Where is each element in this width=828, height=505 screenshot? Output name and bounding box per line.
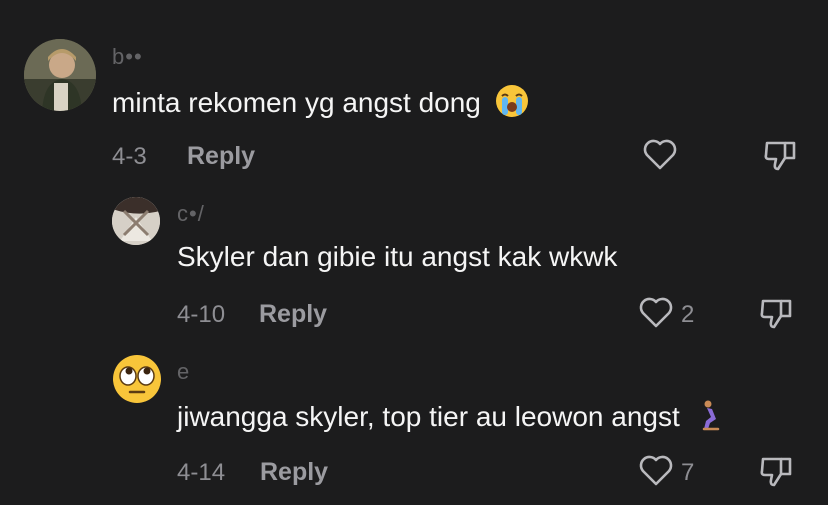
heart-icon xyxy=(643,139,677,170)
like-button[interactable] xyxy=(638,297,674,329)
username[interactable]: e xyxy=(177,359,190,385)
reply-button[interactable]: Reply xyxy=(260,458,328,487)
comment-thread: b•• minta rekomen yg angst dong 4-3 Repl… xyxy=(0,0,828,505)
heart-icon xyxy=(639,297,673,328)
avatar[interactable] xyxy=(112,197,160,245)
avatar[interactable] xyxy=(112,354,162,404)
avatar[interactable] xyxy=(24,39,96,111)
reply-button[interactable]: Reply xyxy=(259,300,327,329)
comment-text: minta rekomen yg angst dong xyxy=(112,84,529,125)
comment-text: Skyler dan gibie itu angst kak wkwk xyxy=(177,241,618,272)
like-count: 7 xyxy=(681,459,695,486)
face-with-rolling-eyes-icon xyxy=(113,355,161,403)
dislike-button[interactable] xyxy=(758,453,794,489)
dislike-button[interactable] xyxy=(758,295,794,331)
username[interactable]: b•• xyxy=(112,44,143,70)
like-count: 2 xyxy=(681,301,695,328)
thumbs-down-icon xyxy=(760,299,792,329)
comment-date: 4-3 xyxy=(112,143,147,170)
comment-date: 4-14 xyxy=(177,459,226,486)
comment-date: 4-10 xyxy=(177,301,226,328)
username[interactable]: c•/ xyxy=(177,201,205,227)
thumbs-down-icon xyxy=(760,457,792,487)
loudly-crying-face-icon xyxy=(495,84,529,125)
like-button[interactable] xyxy=(638,455,674,487)
comment-text: jiwangga skyler, top tier au leowon angs… xyxy=(177,399,722,438)
person-kneeling-icon xyxy=(696,399,722,438)
thumbs-down-icon xyxy=(764,141,796,171)
reply-button[interactable]: Reply xyxy=(187,142,255,171)
dislike-button[interactable] xyxy=(762,137,798,173)
heart-icon xyxy=(639,455,673,486)
like-button[interactable] xyxy=(642,139,678,171)
